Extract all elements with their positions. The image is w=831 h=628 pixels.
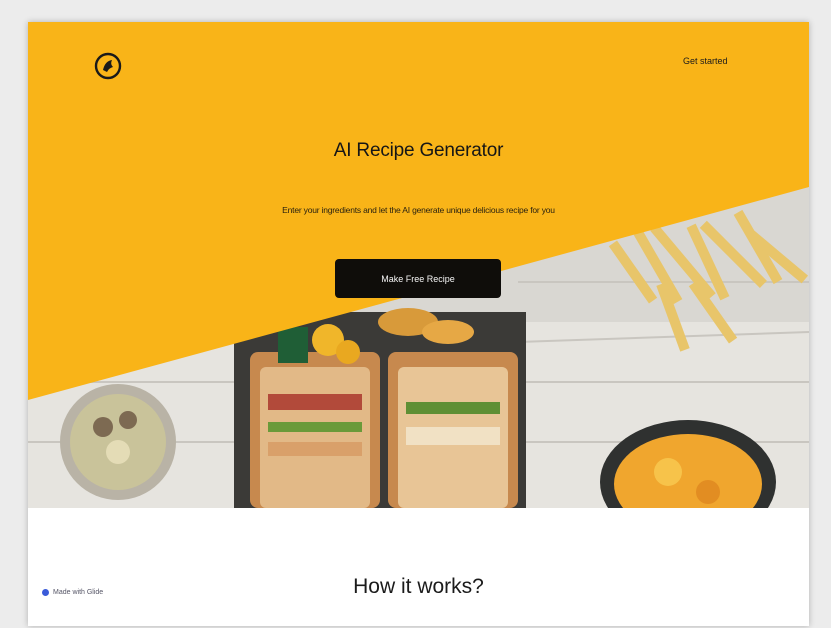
hero-section: Get started AI Recipe Generator Enter yo… <box>28 22 809 508</box>
get-started-link[interactable]: Get started <box>683 56 728 66</box>
page-title: AI Recipe Generator <box>333 140 504 161</box>
hero-subtitle: Enter your ingredients and let the AI ge… <box>282 205 555 215</box>
page-frame: Get started AI Recipe Generator Enter yo… <box>28 22 809 626</box>
chef-bird-logo-icon[interactable] <box>92 50 124 82</box>
section-heading: How it works? <box>353 575 484 598</box>
make-free-recipe-button[interactable]: Make Free Recipe <box>335 259 501 298</box>
